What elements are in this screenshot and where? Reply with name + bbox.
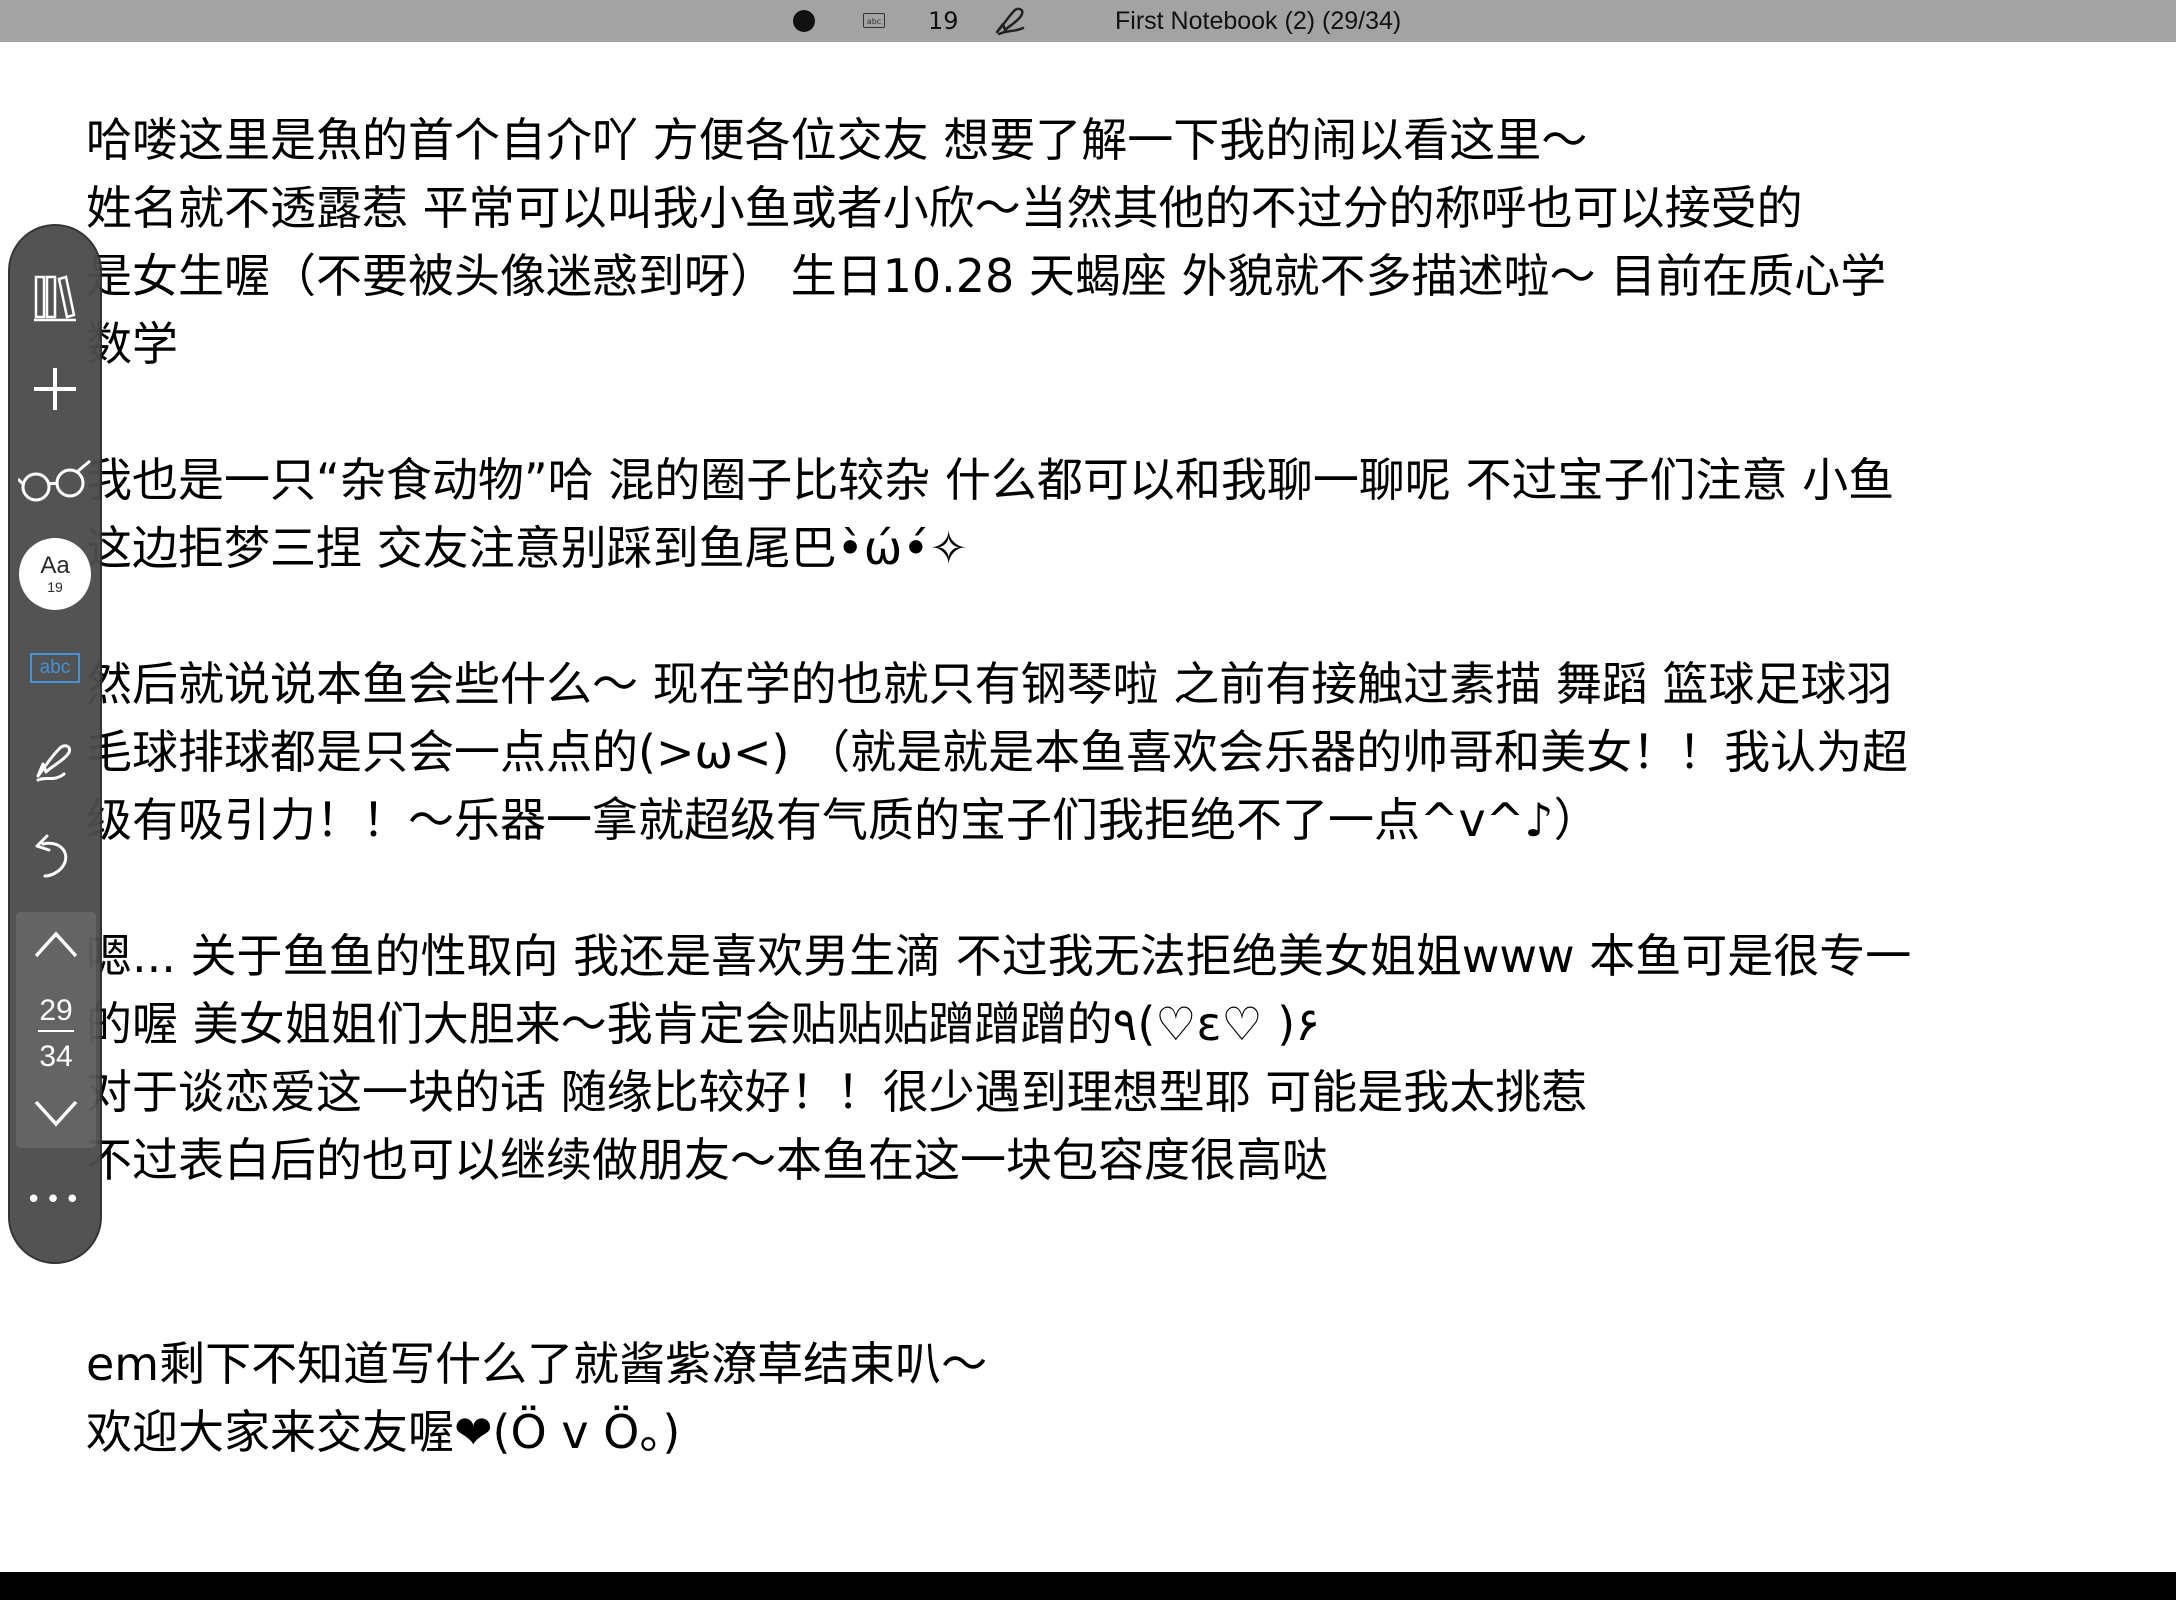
chevron-down-icon[interactable]	[34, 1100, 78, 1128]
total-pages-number: 34	[39, 1040, 73, 1073]
text-line	[86, 582, 2136, 650]
undo-button[interactable]	[10, 822, 100, 892]
text-line	[86, 1194, 2136, 1262]
bottom-bar	[0, 1572, 2176, 1600]
library-icon	[34, 275, 76, 322]
chevron-up-icon[interactable]	[34, 930, 78, 958]
page-divider	[38, 1030, 74, 1032]
text-recognition-button[interactable]: abc	[10, 638, 100, 698]
floating-toolbar: Aa 19 abc 29 34 •••	[8, 224, 102, 1264]
top-status-bar: abc 19 First Notebook (2) (29/34)	[0, 0, 2176, 42]
abc-label: abc	[39, 657, 71, 678]
library-button[interactable]	[10, 262, 100, 332]
text-line: 是女生喔（不要被头像迷惑到呀） 生日10.28 天蝎座 外貌就不多描述啦～ 目前…	[86, 249, 1887, 303]
more-options-button[interactable]: •••	[10, 1170, 100, 1230]
pen-icon[interactable]	[993, 4, 1029, 38]
text-line: 的喔 美女姐姐们大胆来～我肯定会贴贴贴蹭蹭蹭的٩(♡ε♡ )۶	[86, 997, 1320, 1051]
font-button-label: Aa	[40, 552, 70, 579]
notebook-title: First Notebook (2) (29/34)	[1115, 7, 1402, 35]
reading-mode-button[interactable]	[10, 446, 100, 516]
text-line: 毛球排球都是只会一点点的(>ω<) （就是就是本鱼喜欢会乐器的帅哥和美女！！我认…	[86, 725, 1909, 779]
undo-icon	[35, 834, 68, 878]
glasses-icon	[18, 459, 91, 502]
pen-icon	[36, 744, 72, 782]
page-navigator: 29 34	[16, 912, 96, 1148]
abc-text-icon: abc	[30, 653, 80, 683]
text-line: 嗯... 关于鱼鱼的性取向 我还是喜欢男生滴 不过我无法拒绝美女姐姐www 本鱼…	[86, 929, 1912, 983]
text-line: 然后就说说本鱼会些什么～ 现在学的也就只有钢琴啦 之前有接触过素描 舞蹈 篮球足…	[86, 657, 1893, 711]
text-line: 级有吸引力！！～乐器一拿就超级有气质的宝子们我拒绝不了一点^v^♪）	[86, 793, 1600, 847]
add-icon	[34, 368, 76, 410]
text-line: 欢迎大家来交友喔❤(Ö v Ö。)	[86, 1405, 681, 1459]
text-line: 不过表白后的也可以继续做朋友～本鱼在这一块包容度很高哒	[86, 1133, 1328, 1187]
add-page-button[interactable]	[10, 354, 100, 424]
abc-text-icon[interactable]: abc	[863, 13, 885, 28]
page-text: 哈喽这里是魚的首个自介吖 方便各位交友 想要了解一下我的闹以看这里～ 姓名就不透露…	[86, 106, 2136, 1466]
text-line: 哈喽这里是魚的首个自介吖 方便各位交友 想要了解一下我的闹以看这里～	[86, 113, 1588, 167]
text-line: 姓名就不透露惹 平常可以叫我小鱼或者小欣～当然其他的不过分的称呼也可以接受的	[86, 181, 1803, 235]
text-line: 我也是一只“杂食动物”哈 混的圈子比较杂 什么都可以和我聊一聊呢 不过宝子们注意…	[86, 453, 1895, 507]
text-line	[86, 1262, 2136, 1330]
text-line: 这边拒梦三捏 交友注意别踩到鱼尾巴•̀ώ•́✧	[86, 521, 968, 575]
text-line	[86, 378, 2136, 446]
font-size-indicator[interactable]: 19	[928, 7, 959, 35]
current-page-number: 29	[39, 994, 73, 1027]
text-line: em剩下不知道写什么了就酱紫潦草结束叭～	[86, 1337, 988, 1391]
more-icon: •••	[25, 1185, 84, 1215]
text-line: 数学	[86, 317, 178, 371]
font-button-size: 19	[47, 579, 63, 595]
font-settings-button[interactable]: Aa 19	[19, 538, 91, 610]
pen-tool-button[interactable]	[10, 726, 100, 796]
reader-screen: abc 19 First Notebook (2) (29/34) 哈喽这里是魚…	[0, 0, 2176, 1600]
record-dot-icon[interactable]	[793, 10, 815, 32]
text-line: 对于谈恋爱这一块的话 随缘比较好！！很少遇到理想型耶 可能是我太挑惹	[86, 1065, 1588, 1119]
text-line	[86, 854, 2136, 922]
